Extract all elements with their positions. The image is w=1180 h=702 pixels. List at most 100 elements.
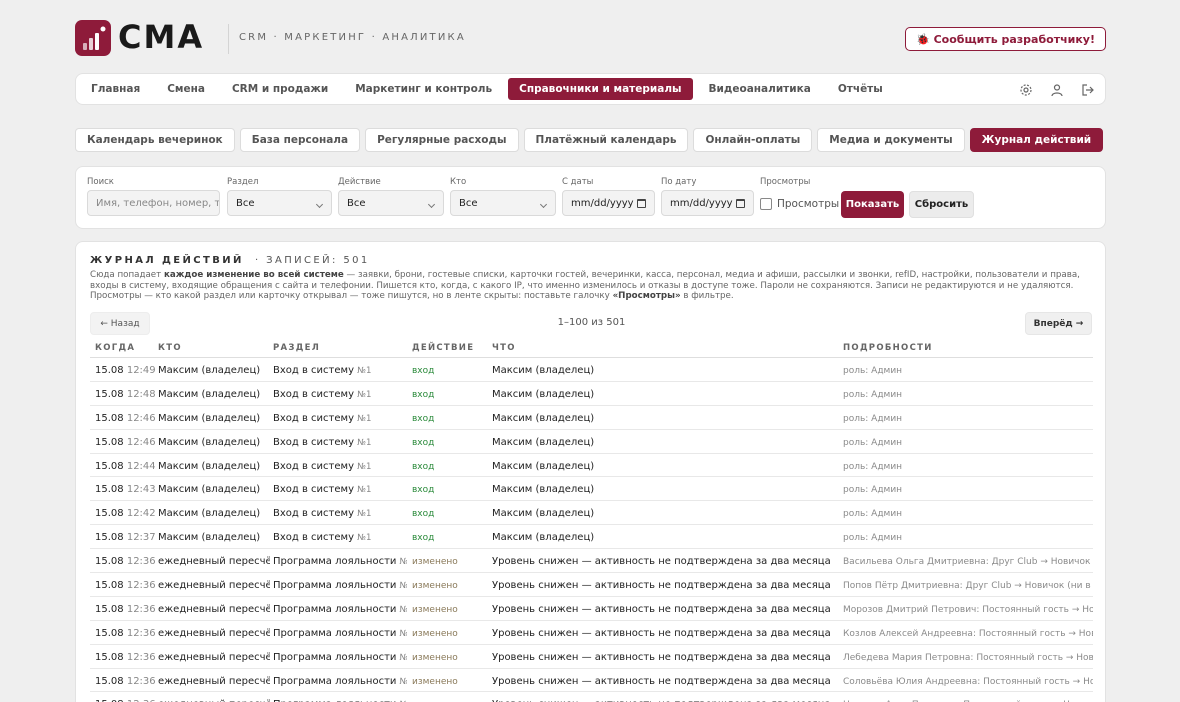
subtab-media-documents[interactable]: Медиа и документы <box>817 128 965 152</box>
cell-what: Уровень снижен — активность не подтвержд… <box>492 556 831 568</box>
col-when[interactable]: КОГДА <box>95 343 135 353</box>
cell-time: 12:37 <box>126 532 155 544</box>
cell-details: Соловьёва Юлия Андреевна: Постоянный гос… <box>843 676 1093 687</box>
calendar-icon[interactable] <box>736 199 745 208</box>
col-section[interactable]: РАЗДЕЛ <box>273 343 320 353</box>
section-select[interactable]: Все <box>227 190 332 216</box>
table-row[interactable]: 15.08 12:36ежедневный пересчётПрограмма … <box>90 549 1093 574</box>
date-to-label: По дату <box>661 177 697 187</box>
desc-part: в фильтре. <box>680 291 734 301</box>
tab-references-materials[interactable]: Справочники и материалы <box>508 78 693 100</box>
checkbox-box[interactable] <box>760 198 772 210</box>
cell-section-name: Вход в систему <box>273 460 354 472</box>
table-row[interactable]: 15.08 12:43 Максим (владелец) Вход в систе… <box>90 477 1093 502</box>
cell-section-num: №10 <box>400 581 407 591</box>
tab-crm-sales[interactable]: CRM и продажи <box>221 78 339 100</box>
table-row[interactable]: 15.08 12:36ежедневный пересчётПрограмма … <box>90 621 1093 645</box>
gear-icon[interactable] <box>1019 82 1033 96</box>
cell-action: вход <box>412 509 435 520</box>
date-from-label: С даты <box>562 177 594 187</box>
cell-action: вход <box>412 485 435 496</box>
date-from-input[interactable]: mm/dd/yyyy <box>562 190 655 216</box>
tab-home[interactable]: Главная <box>80 78 151 100</box>
desc-part: Сюда попадает <box>90 270 164 280</box>
col-action[interactable]: ДЕЙСТВИЕ <box>412 343 474 353</box>
show-button[interactable]: Показать <box>841 191 904 218</box>
subtab-action-log[interactable]: Журнал действий <box>969 128 1104 152</box>
cell-time: 12:46 <box>126 436 155 448</box>
table-row[interactable]: 15.08 12:36ежедневный пересчётПрограмма … <box>90 669 1093 693</box>
date-to-group: По дату mm/dd/yyyy <box>661 177 754 216</box>
table-row[interactable]: 15.08 12:36ежедневный пересчётПрограмма … <box>90 692 1093 702</box>
col-details[interactable]: ПОДРОБНОСТИ <box>843 343 933 353</box>
table-row[interactable]: 15.08 12:46 Максим (владелец) Вход в систе… <box>90 430 1093 454</box>
cell-what: Максим (владелец) <box>492 388 595 400</box>
cell-section-num: №20 <box>400 557 407 567</box>
cell-section-name: Вход в систему <box>273 436 354 448</box>
cell-section-name: Вход в систему <box>273 365 354 376</box>
cell-section: Программа лояльности №19 <box>273 628 407 639</box>
search-input[interactable]: Имя, телефон, номер, текст <box>87 190 220 216</box>
cell-what: Максим (владелец) <box>492 365 595 376</box>
cell-who: Максим (владелец) <box>158 365 261 376</box>
cell-details: Васильева Ольга Дмитриевна: Друг Club → … <box>843 557 1093 568</box>
cell-who: Максим (владелец) <box>158 436 261 448</box>
logout-icon[interactable] <box>1081 82 1095 96</box>
cell-who: ежедневный пересчёт <box>158 556 270 568</box>
tab-reports[interactable]: Отчёты <box>827 78 894 100</box>
tab-video-analytics[interactable]: Видеоаналитика <box>698 78 822 100</box>
cell-when: 15.08 12:36 <box>95 580 155 591</box>
table-row[interactable]: 15.08 12:46 Максим (владелец) Вход в систе… <box>90 406 1093 430</box>
cell-section-num: №28 <box>400 605 407 615</box>
cell-what: Максим (владелец) <box>492 484 595 496</box>
report-bug-button[interactable]: 🐞 Сообщить разработчику! <box>905 27 1106 51</box>
top-bar: CMA CRM · МАРКЕТИНГ · АНАЛИТИКА 🐞 Сообщи… <box>75 18 1106 58</box>
col-what[interactable]: ЧТО <box>492 343 516 353</box>
who-select[interactable]: Все <box>450 190 556 216</box>
table-row[interactable]: 15.08 12:36ежедневный пересчётПрограмма … <box>90 597 1093 621</box>
cell-date: 15.08 <box>95 580 124 592</box>
tab-marketing-control[interactable]: Маркетинг и контроль <box>344 78 503 100</box>
cell-action: вход <box>412 366 435 376</box>
subtab-payment-calendar[interactable]: Платёжный календарь <box>523 128 689 152</box>
date-to-input[interactable]: mm/dd/yyyy <box>661 190 754 216</box>
col-who[interactable]: КТО <box>158 343 182 353</box>
cell-when: 15.08 12:49 <box>95 365 155 376</box>
cell-details: роль: Админ <box>843 366 903 376</box>
table-row[interactable]: 15.08 12:42 Максим (владелец) Вход в систе… <box>90 501 1093 526</box>
cell-section: Программа лояльности №9 <box>273 676 407 687</box>
cell-details: Козлов Алексей Андреевна: Постоянный гос… <box>843 628 1093 639</box>
views-checkbox[interactable]: Просмотры <box>760 198 839 210</box>
subtab-regular-expenses[interactable]: Регулярные расходы <box>365 128 519 152</box>
table-row[interactable]: 15.08 12:36ежедневный пересчётПрограмма … <box>90 645 1093 669</box>
cell-action: изменено <box>412 652 458 663</box>
pager-next-button[interactable]: Вперёд → <box>1025 312 1092 335</box>
cell-date: 15.08 <box>95 388 124 400</box>
views-group: Просмотры <box>760 177 810 190</box>
user-icon[interactable] <box>1050 82 1064 97</box>
tab-shift[interactable]: Смена <box>156 78 216 100</box>
calendar-icon[interactable] <box>637 199 646 208</box>
cell-date: 15.08 <box>95 675 124 687</box>
subtab-party-calendar[interactable]: Календарь вечеринок <box>75 128 235 152</box>
table-row[interactable]: 15.08 12:48 Максим (владелец) Вход в систе… <box>90 382 1093 406</box>
action-select[interactable]: Все <box>338 190 444 216</box>
reset-button[interactable]: Сбросить <box>909 191 974 218</box>
table-row[interactable]: 15.08 12:44 Максим (владелец) Вход в систе… <box>90 454 1093 478</box>
cell-who: ежедневный пересчёт <box>158 580 270 592</box>
date-to-value: mm/dd/yyyy <box>670 197 733 209</box>
table-row[interactable]: 15.08 12:36ежедневный пересчётПрограмма … <box>90 573 1093 597</box>
brand-name: CMA <box>118 18 205 56</box>
cell-time: 12:36 <box>126 556 155 568</box>
subtab-online-payments[interactable]: Онлайн-оплаты <box>693 128 813 152</box>
nav-icons <box>1019 82 1095 97</box>
subtab-staff-base[interactable]: База персонала <box>239 128 361 152</box>
cell-what: Уровень снижен — активность не подтвержд… <box>492 651 831 663</box>
date-from-value: mm/dd/yyyy <box>571 197 634 209</box>
table-row[interactable]: 15.08 12:37 Максим (владелец) Вход в систе… <box>90 525 1093 550</box>
cell-action: вход <box>412 389 435 400</box>
cell-section-name: Вход в систему <box>273 532 354 544</box>
cell-section: Вход в систему №1 <box>273 413 407 424</box>
cell-section-name: Вход в систему <box>273 508 354 520</box>
table-row[interactable]: 15.08 12:49 Максим (владелец) Вход в систе… <box>90 358 1093 382</box>
